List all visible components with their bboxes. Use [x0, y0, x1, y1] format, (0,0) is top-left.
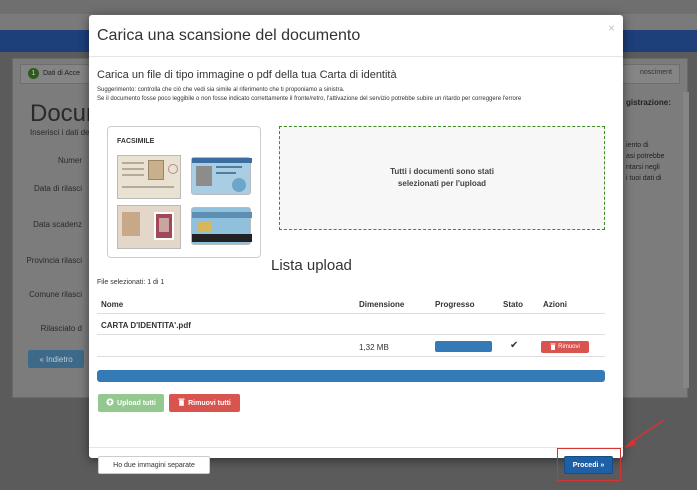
step-label: Dati di Acce [43, 70, 80, 77]
background-label-expiry: Data scadenz [33, 220, 82, 229]
proceed-highlight-box [557, 448, 621, 481]
remove-file-button[interactable]: Rimuovi [541, 341, 589, 353]
background-right-text: iento di asi potrebbe ntarsi negli i tuo… [626, 142, 665, 182]
background-label-province: Provincia rilasci [26, 256, 82, 265]
background-step-1: 1 Dati di Acce [28, 68, 80, 79]
paper-id-front-image [117, 155, 181, 199]
upload-all-label: Upload tutti [117, 399, 156, 407]
file-progress-bar [435, 341, 492, 352]
dropzone-text: Tutti i documenti sono stati selezionati… [390, 167, 494, 188]
files-selected-count: File selezionati: 1 di 1 [97, 279, 165, 286]
modal-header: Carica una scansione del documento × [89, 15, 623, 57]
background-label-issued-by: Rilasciato d [40, 324, 82, 333]
total-progress-bar [97, 370, 605, 382]
background-label-issue-date: Data di rilasci [33, 184, 82, 193]
background-right-title: gistrazione: [626, 98, 671, 107]
background-step-right: nosciment [640, 69, 672, 76]
column-header-progress: Progresso [435, 300, 475, 309]
facsimile-sample: FACSIMILE [107, 126, 261, 258]
hint-text-2: Se il documento fosse poco leggibile o n… [97, 96, 522, 102]
intro-text: Carica un file di tipo immagine o pdf de… [97, 69, 397, 81]
remove-all-button[interactable]: Rimuovi tutti [169, 394, 240, 412]
upload-list-title: Lista upload [271, 257, 352, 274]
file-dropzone[interactable]: Tutti i documenti sono stati selezionati… [279, 126, 605, 230]
table-header-divider [97, 313, 605, 314]
remove-all-label: Rimuovi tutti [188, 399, 231, 407]
column-header-status: Stato [503, 300, 523, 309]
column-header-name: Nome [101, 300, 124, 309]
background-back-button: « Indietro [28, 350, 84, 368]
separate-images-button[interactable]: Ho due immagini separate [98, 456, 210, 474]
step-number: 1 [28, 68, 39, 79]
row-divider [97, 356, 605, 357]
close-icon[interactable]: × [608, 21, 615, 35]
modal-footer-divider [89, 447, 623, 448]
paper-id-back-image [117, 205, 181, 249]
electronic-id-front-image [191, 157, 252, 195]
upload-icon [106, 398, 114, 408]
remove-file-label: Rimuovi [558, 344, 580, 350]
background-label-number: Numer [57, 156, 82, 165]
modal-title: Carica una scansione del documento [97, 27, 361, 44]
background-page-subtitle: Inserisci i dati de [30, 128, 90, 137]
file-name: CARTA D'IDENTITA'.pdf [101, 321, 191, 330]
column-header-size: Dimensione [359, 300, 405, 309]
facsimile-label: FACSIMILE [117, 138, 155, 145]
background-label-comune: Comune rilasci [29, 290, 82, 299]
column-header-actions: Azioni [543, 300, 567, 309]
background-scrollbar [683, 92, 689, 388]
trash-icon [550, 343, 556, 352]
upload-document-modal: Carica una scansione del documento × Car… [89, 15, 623, 474]
red-arrow-icon [624, 419, 665, 448]
upload-all-button[interactable]: Upload tutti [98, 394, 164, 412]
electronic-id-back-image [191, 207, 252, 245]
file-size: 1,32 MB [359, 343, 389, 352]
hint-text-1: Suggerimento: controlla che ciò che vedi… [97, 87, 345, 93]
row-divider [97, 334, 605, 335]
trash-icon [178, 398, 185, 408]
check-icon: ✔ [510, 340, 519, 351]
background-topbar [0, 0, 697, 14]
